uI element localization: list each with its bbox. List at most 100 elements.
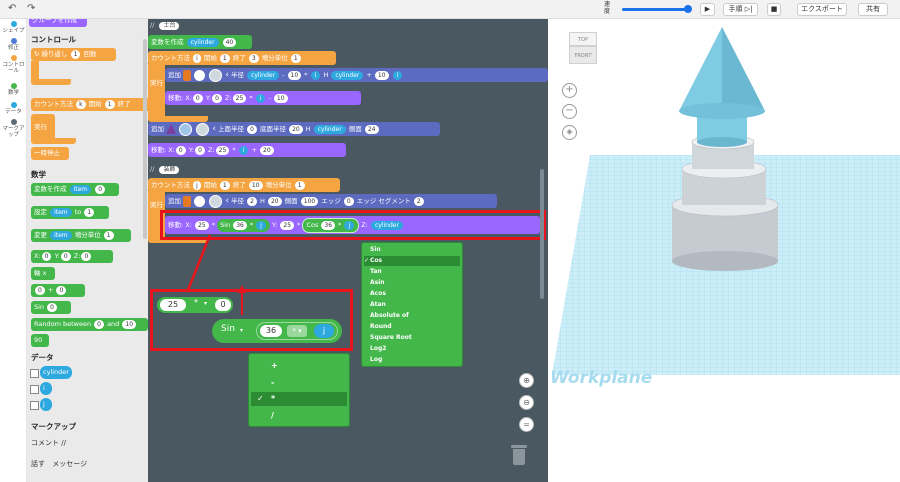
- export-button[interactable]: エクスポート: [797, 3, 847, 16]
- xyz-block[interactable]: X: 0 Y: 0 Z: 0: [31, 250, 113, 263]
- function-option[interactable]: Absolute of: [370, 312, 409, 319]
- data-var-i[interactable]: i: [40, 382, 52, 395]
- highlight-move-block: [160, 210, 546, 240]
- set-var-block[interactable]: 設定 item to 1: [31, 206, 109, 219]
- function-option[interactable]: Sin: [370, 246, 381, 253]
- category-control[interactable]: コントロール: [0, 55, 27, 74]
- function-option[interactable]: Tan: [370, 268, 382, 275]
- function-option[interactable]: ✓ Cos: [364, 257, 382, 264]
- arithmetic-block[interactable]: 0 + 0: [31, 284, 85, 297]
- speed-label: 速度: [604, 1, 611, 15]
- cylinder-shape-icon[interactable]: [183, 69, 192, 81]
- change-var-block[interactable]: 変更 item 増分単位 1: [31, 229, 131, 242]
- data-var-cylinder[interactable]: cylinder: [40, 366, 72, 379]
- create-var-cylinder-block[interactable]: 変数を作成 cylinder 40: [148, 35, 252, 49]
- shapes-dot-icon: [10, 21, 17, 27]
- zoomed-arith-block[interactable]: 25 * ▾ 0: [157, 297, 233, 313]
- op-dropdown-caret-icon[interactable]: ▾: [204, 300, 207, 307]
- zoom-out-button[interactable]: ⊖: [519, 395, 534, 410]
- cone-color-swatch[interactable]: [179, 122, 193, 136]
- sin-block[interactable]: Sin 0: [31, 301, 71, 314]
- add-cylinder-2-block[interactable]: 追加 ‹ 半径 2 H 20 側面 100 エッジ 0 エッジ セグメント 2: [165, 194, 497, 208]
- zoomed-op-selector[interactable]: * ▾: [287, 325, 307, 337]
- operator-option[interactable]: /: [271, 411, 274, 420]
- count-loop-j-block[interactable]: カウント方法 j 開始 1 終了 10 増分単位 1: [148, 178, 340, 192]
- cyl2-hole-toggle[interactable]: [209, 194, 223, 208]
- cyl2-color-swatch[interactable]: [194, 195, 206, 207]
- operator-option[interactable]: -: [271, 378, 274, 387]
- play-button[interactable]: ▶: [700, 3, 715, 16]
- redo-icon[interactable]: ↷: [27, 3, 35, 14]
- 3d-scene: Workplane: [550, 27, 900, 388]
- function-option[interactable]: Atan: [370, 301, 386, 308]
- play-icon: ▶: [704, 5, 711, 13]
- comment-decoration[interactable]: // 装飾: [150, 165, 180, 174]
- move-block-1[interactable]: 移動: X: 0 Y: 0 Z: 25 * i - 10: [165, 91, 361, 105]
- data-var-checkbox-i[interactable]: [30, 385, 39, 394]
- zoom-reset-button[interactable]: =: [519, 417, 534, 432]
- data-var-checkbox-j[interactable]: [30, 401, 39, 410]
- 3d-viewport[interactable]: TOP FRONT + − ◈ Workplane: [548, 19, 900, 482]
- color-swatch[interactable]: [194, 69, 206, 81]
- cylinder-2-shape-icon[interactable]: [183, 195, 192, 207]
- function-dropdown-menu[interactable]: Sin ✓ Cos Tan Asin Acos Atan Absolute of …: [361, 242, 463, 367]
- workspace-scrollbar[interactable]: [540, 169, 544, 299]
- share-button[interactable]: 共有: [858, 3, 888, 16]
- cone-shape-icon[interactable]: [166, 124, 177, 134]
- flyout-scrollbar[interactable]: [143, 39, 147, 239]
- collapse-chevron-icon[interactable]: ‹: [225, 70, 229, 80]
- operator-option[interactable]: +: [271, 361, 278, 370]
- function-option[interactable]: Square Root: [370, 334, 412, 341]
- count-loop-i-block[interactable]: カウント方法 i 開始 1 終了 3 増分単位 1: [148, 51, 336, 65]
- axis-block[interactable]: 軸 x: [31, 267, 55, 280]
- category-shapes[interactable]: シェイプ: [0, 21, 27, 34]
- zoomed-sin-block[interactable]: Sin ▾ 36 * ▾ j: [212, 319, 342, 343]
- count-block[interactable]: カウント方法 k 開始 1 終了: [31, 98, 148, 111]
- trash-icon[interactable]: [511, 445, 527, 465]
- hole-toggle[interactable]: [209, 68, 223, 82]
- speed-slider-handle[interactable]: [684, 5, 692, 13]
- number-block[interactable]: 90: [31, 334, 49, 347]
- category-data[interactable]: データ: [0, 102, 27, 115]
- function-option[interactable]: Log2: [370, 345, 386, 352]
- step-icon: ▷|: [744, 5, 753, 13]
- operator-selected-highlight: [251, 392, 347, 406]
- move-block-2[interactable]: 移動: X: 0 Y: 0 Z: 25 * i + 20: [148, 143, 346, 157]
- code-workspace[interactable]: // 土台 変数を作成 cylinder 40 カウント方法 i 開始 1 終了…: [148, 19, 548, 482]
- operator-dropdown-menu[interactable]: + - ✓ * /: [248, 353, 350, 427]
- category-math[interactable]: 数学: [0, 83, 27, 96]
- repeat-block-foot: [31, 79, 71, 85]
- function-option[interactable]: Log: [370, 356, 382, 363]
- speed-slider[interactable]: [622, 8, 688, 11]
- say-block[interactable]: 話す メッセージ: [31, 459, 87, 469]
- add-cone-block[interactable]: 追加 ‹ 上面半径 0 底面半径 20 H cylinder 側面 24: [148, 122, 440, 136]
- comment-block[interactable]: コメント //: [31, 438, 66, 448]
- stop-button[interactable]: ■: [767, 3, 781, 16]
- fn-dropdown-caret-icon[interactable]: ▾: [240, 327, 243, 334]
- category-markup[interactable]: マークアップ: [0, 119, 27, 138]
- undo-icon[interactable]: ↶: [8, 3, 16, 14]
- pause-block[interactable]: 一時停止: [31, 147, 69, 160]
- operator-option[interactable]: ✓ *: [257, 394, 275, 403]
- zoomed-inner-arith[interactable]: 36 * ▾ j: [256, 322, 338, 340]
- create-var-block[interactable]: 変数を作成 item 0: [31, 183, 119, 196]
- cone-collapse-chevron-icon[interactable]: ‹: [212, 124, 216, 134]
- function-option[interactable]: Round: [370, 323, 392, 330]
- random-block[interactable]: Random between 0 and 10: [31, 318, 148, 331]
- cone-hole-toggle[interactable]: [196, 122, 210, 136]
- zoom-in-button[interactable]: ⊕: [519, 373, 534, 388]
- category-modify[interactable]: 修正: [0, 38, 27, 51]
- cyl2-collapse-chevron-icon[interactable]: ‹: [225, 196, 229, 206]
- function-option[interactable]: Acos: [370, 290, 386, 297]
- data-var-j[interactable]: j: [40, 398, 52, 411]
- function-option[interactable]: Asin: [370, 279, 385, 286]
- comment-base[interactable]: // 土台: [150, 21, 180, 30]
- add-cylinder-block[interactable]: 追加 ‹ 半径 cylinder - 10 * i H cylinder + 1…: [165, 68, 548, 82]
- workplane-label: Workplane: [550, 368, 652, 388]
- data-var-checkbox-cylinder[interactable]: [30, 369, 39, 378]
- group-create-block[interactable]: グループを作成: [29, 19, 87, 27]
- repeat-block[interactable]: ↻ 繰り返し 1 回数: [31, 48, 116, 61]
- count-run-label: 実行: [31, 114, 55, 140]
- markup-dot-icon: [10, 119, 17, 125]
- step-button[interactable]: 手順 ▷|: [723, 3, 758, 16]
